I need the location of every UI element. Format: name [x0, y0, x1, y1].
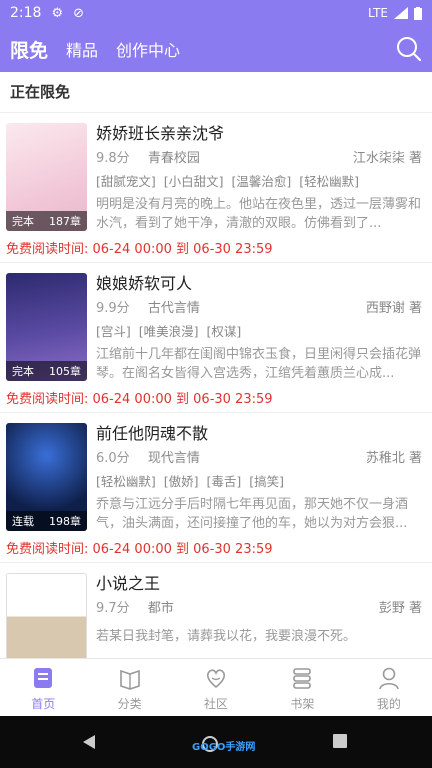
book-category: 现代言情 [147, 451, 200, 466]
watermark: GOGO手游网 [192, 742, 256, 753]
free-read-time: 免费阅读时间: 06-24 00:00 到 06-30 23:59 [6, 242, 273, 257]
pen-book-icon [119, 669, 140, 690]
book-title[interactable]: 前任他阴魂不散 [96, 423, 422, 445]
book-author: 江水柒柒 著 [352, 151, 422, 166]
book-status: 连载 [12, 515, 34, 528]
sync-icon: ⊘ [73, 5, 85, 21]
book-description: 乔意与江远分手后时隔七年再见面，那天她不仅一身酒气，油头满面，还问接撞了他的车，… [96, 497, 409, 531]
book-tag: [轻松幽默] [96, 474, 156, 489]
tab-community[interactable]: 社区 [173, 659, 259, 717]
book-score: 9.8分 [96, 151, 130, 166]
section-title: 正在限免 [0, 72, 432, 113]
book-tag: [宫斗] [96, 324, 131, 339]
signal-icon [394, 7, 408, 19]
tab-category[interactable]: 分类 [86, 659, 172, 717]
free-read-time: 免费阅读时间: 06-24 00:00 到 06-30 23:59 [6, 392, 273, 407]
book-tag: [温馨治愈] [231, 174, 292, 189]
book-cover[interactable]: 完本 187章 [6, 123, 87, 231]
book-icon [34, 667, 53, 688]
recent-apps-icon[interactable] [333, 734, 347, 748]
book-cover[interactable] [6, 573, 87, 658]
book-status: 完本 [12, 365, 34, 378]
book-tag: [搞笑] [249, 474, 285, 489]
back-icon[interactable] [82, 734, 96, 750]
book-tag: [小白甜文] [163, 174, 224, 189]
book-category: 都市 [147, 601, 174, 616]
tab-label: 分类 [117, 696, 142, 711]
book-tag: [权谋] [206, 324, 242, 339]
book-cover[interactable]: 连载 198章 [6, 423, 87, 531]
settings-gear-icon: ⚙ [51, 5, 64, 21]
search-icon[interactable] [396, 36, 422, 62]
book-score: 6.0分 [96, 451, 130, 466]
tab-me[interactable]: 我的 [346, 659, 432, 717]
book-tags: [轻松幽默] [傲娇] [毒舌] [搞笑] [96, 472, 422, 492]
book-item[interactable]: 完本 105章 娘娘娇软可人 9.9分 古代言情 西野谢 著 [宫斗] [唯美浪… [0, 263, 432, 413]
status-time: 2:18 [10, 5, 42, 21]
book-description: 明明是没有月亮的晚上。他站在夜色里，透过一层薄雾和水汽，看到了她干净，清澈的双眼… [96, 197, 422, 231]
book-category: 古代言情 [147, 301, 200, 316]
book-title[interactable]: 娇娇班长亲亲沈爷 [96, 123, 422, 145]
tab-creation-center[interactable]: 创作中心 [116, 37, 180, 61]
tab-bookshelf[interactable]: 书架 [259, 659, 345, 717]
cover-badge: 连载 198章 [6, 511, 87, 531]
top-nav: 限免 精品 创作中心 [0, 26, 432, 72]
book-cover[interactable]: 完本 105章 [6, 273, 87, 381]
tab-label: 书架 [290, 696, 315, 711]
free-read-time: 免费阅读时间: 06-24 00:00 到 06-30 23:59 [6, 542, 273, 557]
book-title[interactable]: 小说之王 [96, 573, 422, 595]
book-tags: [宫斗] [唯美浪漫] [权谋] [96, 322, 422, 342]
book-chapters: 187章 [49, 215, 81, 228]
cover-badge: 完本 105章 [6, 361, 87, 381]
book-tag: [傲娇] [163, 474, 199, 489]
cover-art [7, 574, 86, 658]
book-tags: [甜腻宠文] [小白甜文] [温馨治愈] [轻松幽默] [96, 172, 422, 192]
battery-icon [414, 6, 422, 20]
book-tag: [甜腻宠文] [96, 174, 156, 189]
network-label: LTE [368, 6, 388, 20]
book-score: 9.7分 [96, 601, 130, 616]
book-chapters: 105章 [49, 365, 81, 378]
tab-premium[interactable]: 精品 [66, 37, 98, 61]
book-category: 青春校园 [147, 151, 200, 166]
status-bar: 2:18 ⚙ ⊘ LTE [0, 0, 432, 26]
book-author: 西野谢 著 [365, 301, 422, 316]
book-item[interactable]: 小说之王 9.7分 都市 彭野 著 若某日我封笔，请葬我以花，我要浪漫不死。 [0, 563, 432, 658]
tab-label: 社区 [204, 696, 229, 711]
book-author: 苏稚北 著 [365, 451, 422, 466]
book-chapters: 198章 [49, 515, 81, 528]
user-icon [379, 667, 399, 689]
cover-badge: 完本 187章 [6, 211, 87, 231]
community-icon [206, 668, 226, 688]
book-status: 完本 [12, 215, 34, 228]
book-score: 9.9分 [96, 301, 130, 316]
book-author: 彭野 著 [378, 601, 422, 616]
tab-label: 首页 [31, 696, 56, 711]
book-description: 若某日我封笔，请葬我以花，我要浪漫不死。 [96, 629, 357, 644]
book-description: 江绾前十几年都在闺阁中锦衣玉食，日里闲得只会插花弹琴。在阁名女皆得入宫选秀，江绾… [96, 347, 422, 381]
book-item[interactable]: 完本 187章 娇娇班长亲亲沈爷 9.8分 青春校园 江水柒柒 著 [甜腻宠文]… [0, 113, 432, 263]
bottom-tab-bar: 首页 分类 社区 书架 我的 [0, 658, 432, 717]
tab-label: 我的 [376, 696, 401, 711]
book-title[interactable]: 娘娘娇软可人 [96, 273, 422, 295]
book-tag: [唯美浪漫] [138, 324, 199, 339]
book-tag: [轻松幽默] [299, 174, 360, 189]
book-list: 正在限免 完本 187章 娇娇班长亲亲沈爷 9.8分 青春校园 江水柒柒 著 [… [0, 72, 432, 658]
bookshelf-icon [293, 667, 312, 689]
tab-free[interactable]: 限免 [10, 36, 48, 63]
book-tag: [毒舌] [206, 474, 242, 489]
tab-home[interactable]: 首页 [0, 659, 86, 717]
book-item[interactable]: 连载 198章 前任他阴魂不散 6.0分 现代言情 苏稚北 著 [轻松幽默] [… [0, 413, 432, 563]
